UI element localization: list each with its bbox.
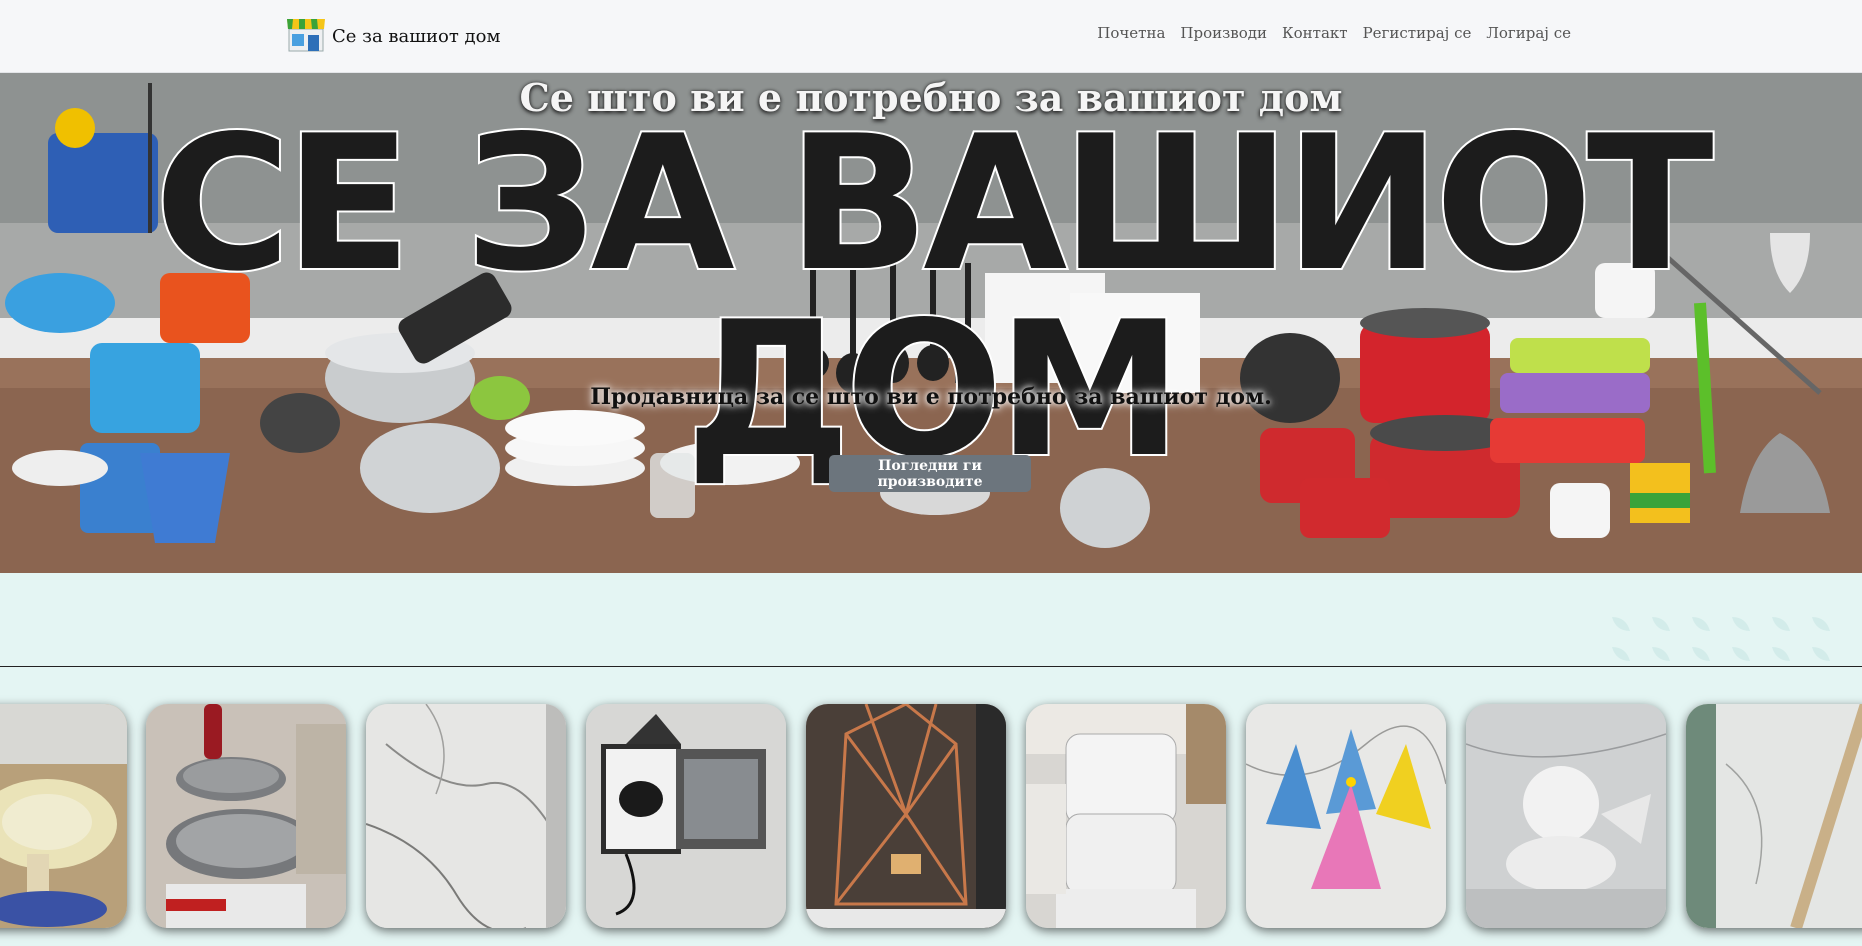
shop-icon	[286, 15, 326, 57]
carousel-card[interactable]	[1686, 704, 1862, 928]
product-photo-marble-panel	[366, 704, 566, 928]
view-products-button[interactable]: Погледни ги производите	[829, 455, 1031, 492]
nav-link-contact[interactable]: Контакт	[1282, 24, 1348, 42]
carousel-card[interactable]	[1246, 704, 1446, 928]
product-carousel	[0, 668, 1862, 946]
product-photo-marble-tiles	[1686, 704, 1862, 928]
section-spacer	[0, 573, 1862, 667]
nav-link-register[interactable]: Регистирај се	[1363, 24, 1472, 42]
product-photo-pans	[146, 704, 346, 928]
product-photo-gift-box	[586, 704, 786, 928]
carousel-card[interactable]	[0, 704, 127, 928]
carousel-card[interactable]	[366, 704, 566, 928]
carousel-card[interactable]	[1466, 704, 1666, 928]
brand-name: Се за вашиот дом	[332, 25, 501, 47]
product-photo-party-hats	[1246, 704, 1446, 928]
hero-banner: Се што ви е потребно за вашиот дом СЕ ЗА…	[0, 73, 1862, 573]
nav-link-login[interactable]: Логирај се	[1486, 24, 1571, 42]
product-photo-dishes	[0, 704, 127, 928]
product-photo-glass-mugs	[1026, 704, 1226, 928]
product-photo-angel-statue	[1466, 704, 1666, 928]
carousel-card[interactable]	[586, 704, 786, 928]
carousel-card[interactable]	[146, 704, 346, 928]
nav-link-home[interactable]: Почетна	[1097, 24, 1165, 42]
nav-links: Почетна Производи Контакт Регистирај се …	[1097, 24, 1571, 42]
navbar: Се за вашиот дом Почетна Производи Конта…	[0, 0, 1862, 73]
hero-title: СЕ ЗА ВАШИОТ ДОМ	[152, 95, 1715, 498]
carousel-card[interactable]	[1026, 704, 1226, 928]
product-photo-copper-lantern	[806, 704, 1006, 928]
hero-subtitle: Продавница за се што ви е потребно за ва…	[590, 384, 1272, 410]
nav-link-products[interactable]: Производи	[1180, 24, 1267, 42]
carousel-card[interactable]	[806, 704, 1006, 928]
brand-link[interactable]: Се за вашиот дом	[286, 16, 500, 56]
